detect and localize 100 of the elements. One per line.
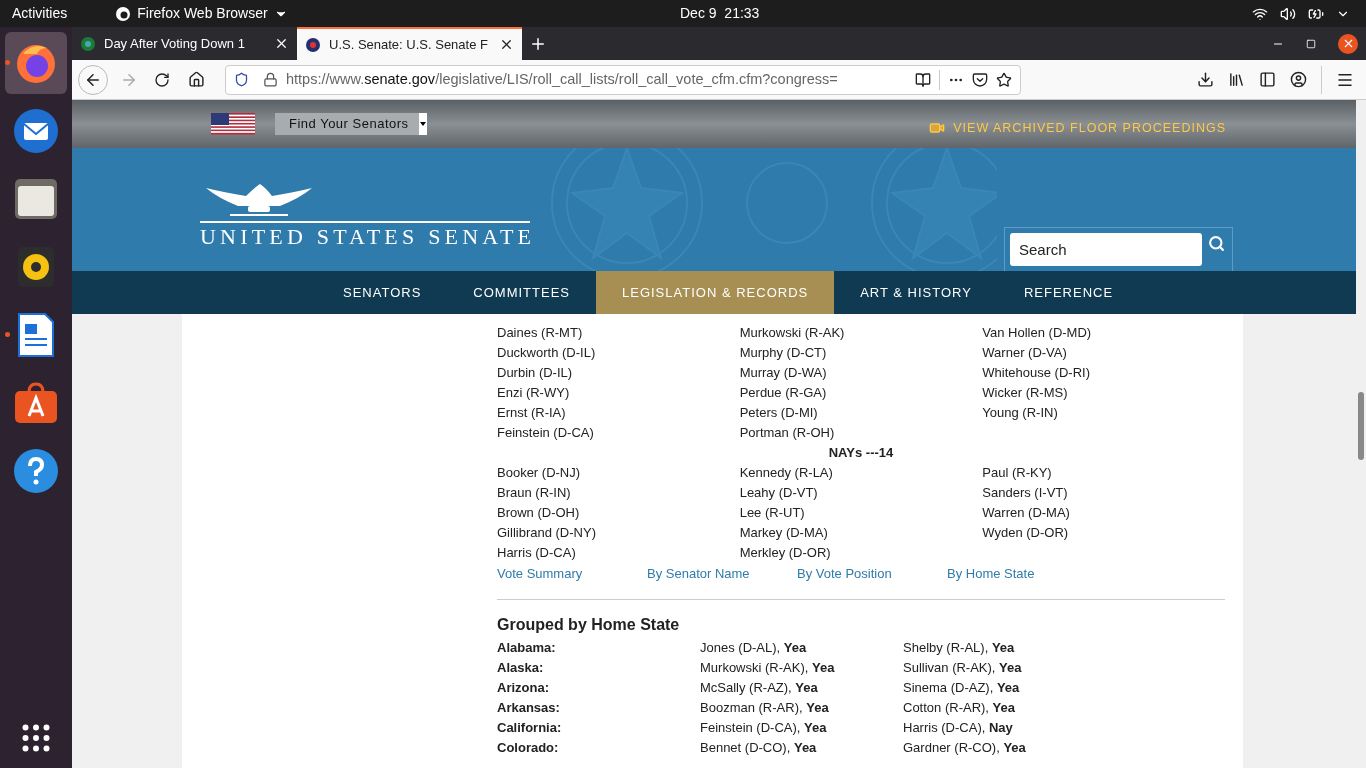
senator-vote: McSally (R-AZ), Yea [700,679,819,698]
scrollbar-thumb[interactable] [1358,392,1364,460]
state-name: Arizona: [497,679,550,698]
senator-name: Wyden (D-OR) [982,524,1070,542]
document-icon [17,312,55,358]
senator-name: Duckworth (D-IL) [497,344,597,362]
senator-name: Feinstein (D-CA) [497,424,595,442]
senator-vote: Murkowski (R-AK), Yea [700,659,836,678]
close-icon[interactable] [499,37,514,52]
senator-vote: Jones (D-AL), Yea [700,639,808,658]
state-name: California: [497,719,563,738]
volume-icon[interactable] [1280,5,1296,22]
reader-icon[interactable] [915,71,931,88]
senator-name: Kennedy (R-LA) [739,464,834,482]
clock[interactable]: Dec 9 21:33 [680,3,760,24]
download-icon[interactable] [1197,71,1214,88]
mail-icon [12,107,60,155]
home-icon[interactable] [188,71,205,88]
senator-name: Merkley (D-OR) [739,544,832,562]
help-icon [13,448,59,494]
us-flag-icon [211,112,255,136]
search-icon[interactable] [1208,235,1225,252]
senator-name: Paul (R-KY) [982,464,1053,482]
shield-icon [234,72,249,87]
state-name: Colorado: [497,739,560,758]
view-link[interactable]: By Vote Position [797,564,947,584]
senator-vote: Gardner (R-CO), Yea [903,739,1027,758]
senator-name: Brown (D-OH) [497,504,581,522]
lock-icon [263,72,278,87]
nays-heading: NAYs ---14 [828,444,894,462]
senator-name: Peters (D-MI) [739,404,819,422]
senator-vote: Sinema (D-AZ), Yea [903,679,1021,698]
senator-name: Harris (D-CA) [497,544,577,562]
senator-name: Durbin (D-IL) [497,364,574,382]
senator-vote: Boozman (R-AR), Yea [700,699,830,718]
view-link[interactable]: Vote Summary [497,564,647,584]
library-icon[interactable] [1228,71,1245,88]
url-text: https://www.senate.gov/legislative/LIS/roll_call_lists/roll_call_vote_cfm.cfm?congress= [286,69,839,89]
account-icon[interactable] [1290,71,1307,88]
firefox-icon [115,5,132,22]
senator-name: Murkowski (R-AK) [739,324,846,342]
search-field[interactable]: Search [1010,233,1202,266]
senator-name: Booker (D-NJ) [497,464,582,482]
senator-vote: Shelby (R-AL), Yea [903,639,1016,658]
maximize-icon[interactable] [1306,38,1316,49]
senator-name: Murray (D-WA) [739,364,828,382]
senator-vote: Feinstein (D-CA), Yea [700,719,828,738]
senator-name: Daines (R-MT) [497,324,584,342]
senator-name: Ernst (R-IA) [497,404,567,422]
tab-title: U.S. Senate: U.S. Senate F [329,35,489,54]
nav-tab[interactable]: REFERENCE [997,271,1140,314]
senator-name: Braun (R-IN) [497,484,572,502]
senator-name: Murphy (D-CT) [739,344,828,362]
senator-name: Warren (D-MA) [982,504,1071,522]
eagle-logo-icon [200,184,530,224]
senator-name: Gillibrand (D-NY) [497,524,597,542]
senator-name: Young (R-IN) [982,404,1059,422]
nav-tab[interactable]: ART & HISTORY [834,271,998,314]
senator-name: Enzi (R-WY) [497,384,571,402]
senator-name: Lee (R-UT) [739,504,806,522]
senator-vote: Cotton (R-AR), Yea [903,699,1016,718]
senator-name: Warner (D-VA) [982,344,1068,362]
browser-tab[interactable]: Day After Voting Down 1 [72,27,297,60]
folder-icon [13,177,59,221]
shopping-bag-icon [13,382,59,424]
caret-icon [419,122,426,126]
reload-icon[interactable] [154,71,170,88]
bookmark-star-icon[interactable] [996,71,1012,88]
state-name: Alaska: [497,659,545,678]
view-link[interactable]: By Home State [947,564,1097,584]
senate-logo-text[interactable]: UNITED STATES SENATE [200,226,536,248]
senator-name: Wicker (R-MS) [982,384,1069,402]
tab-title: Day After Voting Down 1 [104,34,246,53]
senator-name: Sanders (I-VT) [982,484,1069,502]
senator-name: Markey (D-MA) [739,524,829,542]
section-heading: Grouped by Home State [497,615,681,635]
address-bar[interactable]: https://www.senate.gov/legislative/LIS/roll_call_lists/roll_call_vote_cfm.cfm?congress= [225,64,1021,95]
sidebar-icon[interactable] [1259,71,1276,88]
video-camera-icon [929,120,946,136]
browser-tab[interactable]: U.S. Senate: U.S. Senate F [297,27,522,60]
senator-vote: Sullivan (R-AK), Yea [903,659,1023,678]
senator-name: Whitehouse (D-RI) [982,364,1091,382]
senator-name: Perdue (R-GA) [739,384,828,402]
app-menu[interactable]: Firefox Web Browser [115,3,288,24]
state-name: Alabama: [497,639,557,658]
nav-tab[interactable]: COMMITTEES [447,271,596,314]
find-senators-dropdown[interactable]: Find Your Senators [275,113,427,135]
close-icon[interactable] [274,36,289,51]
senator-name: Portman (R-OH) [739,424,836,442]
senator-name: Leahy (D-VT) [739,484,819,502]
speaker-icon [17,246,55,288]
view-link[interactable]: By Senator Name [647,564,797,584]
state-name: Arkansas: [497,699,561,718]
senator-vote: Bennet (D-CO), Yea [700,739,818,758]
new-tab-icon[interactable] [529,35,547,53]
pocket-icon[interactable] [972,71,988,88]
nav-tab[interactable]: SENATORS [317,271,448,314]
activities-button[interactable]: Activities [12,3,68,24]
senator-vote: Harris (D-CA), Nay [903,719,1014,738]
close-window-button[interactable] [1338,33,1358,54]
